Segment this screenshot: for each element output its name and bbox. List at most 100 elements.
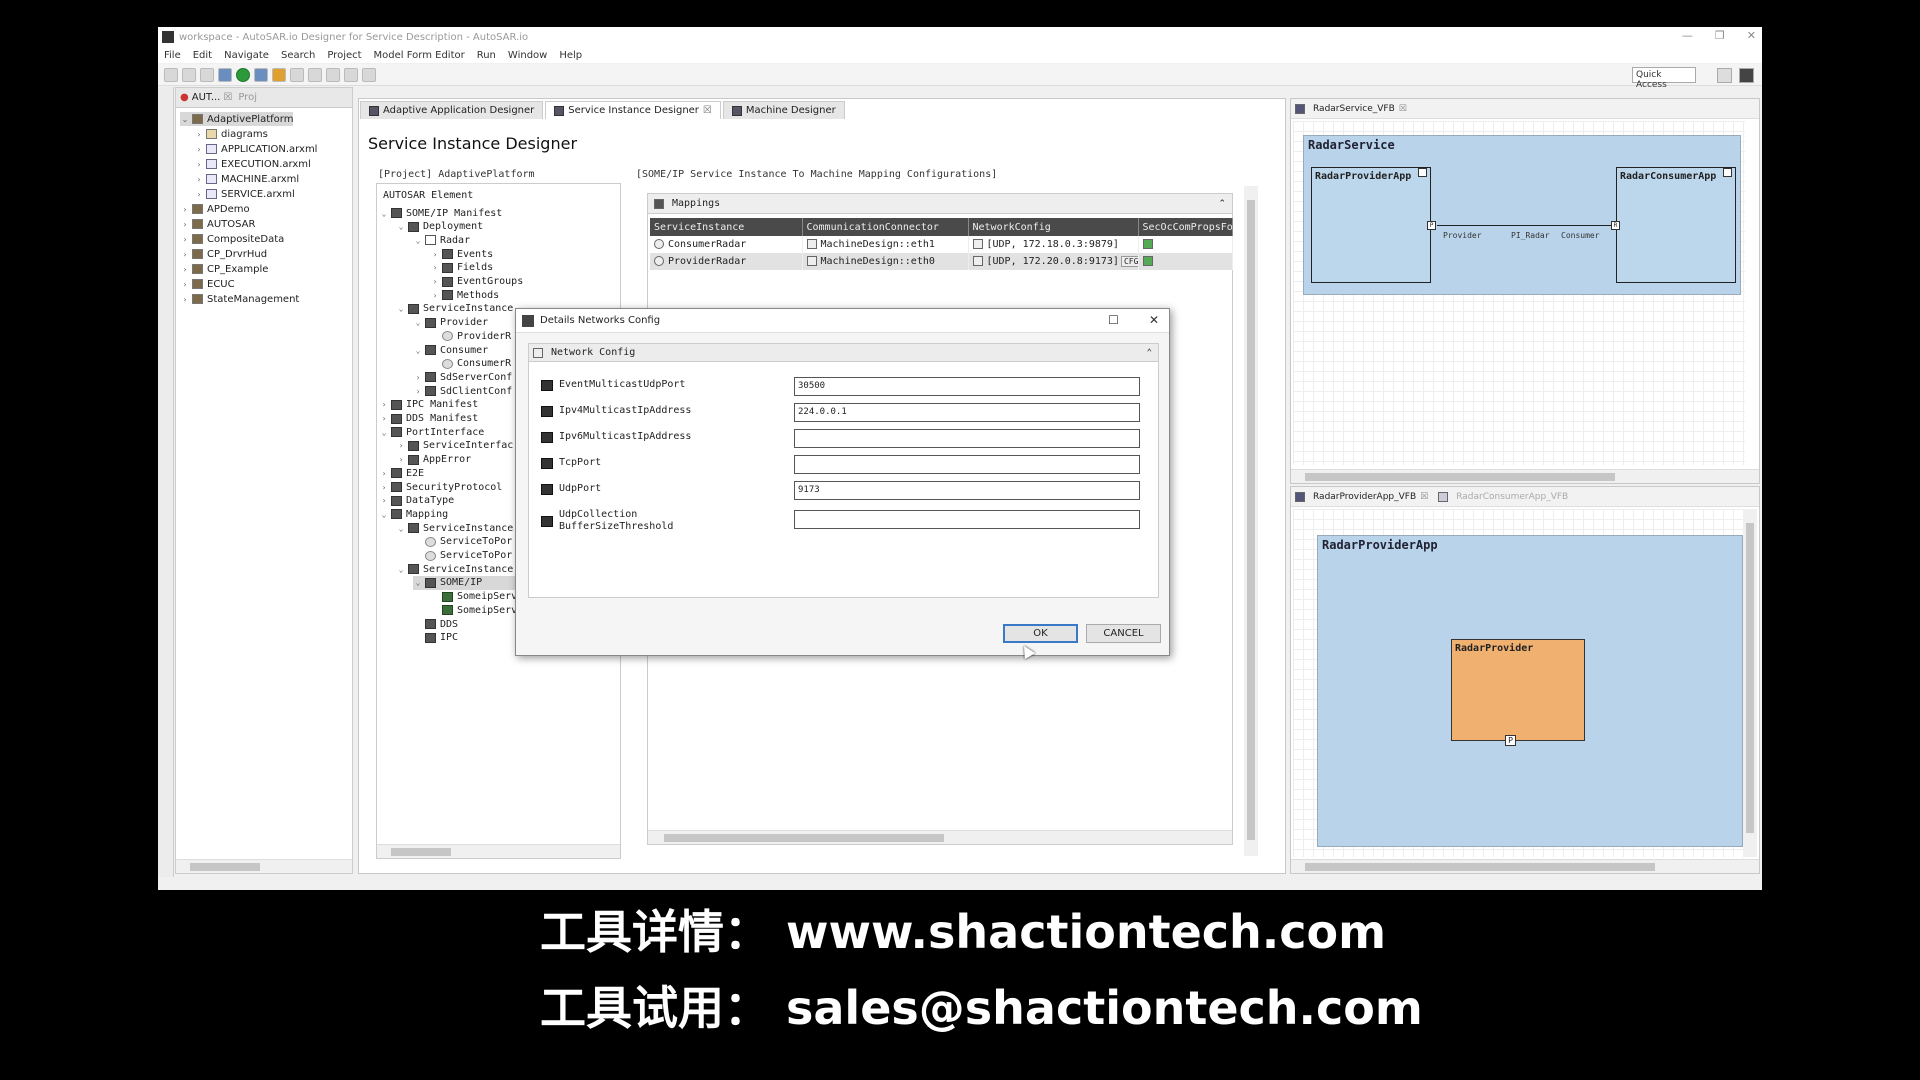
element-tree-item[interactable]: ⌄ Mapping: [379, 507, 449, 521]
expand-arrow-icon[interactable]: ›: [430, 277, 440, 286]
expand-arrow-icon[interactable]: ›: [379, 496, 389, 505]
expand-arrow-icon[interactable]: ⌄: [396, 304, 406, 313]
tab-project-explorer[interactable]: Proj: [238, 92, 257, 103]
column-header[interactable]: SecOcComPropsFo: [1138, 218, 1233, 236]
component-radar-provider[interactable]: RadarProvider: [1451, 639, 1585, 741]
vfb-hscroll[interactable]: [1291, 469, 1759, 483]
component-radar-consumer-app[interactable]: RadarConsumerApp: [1616, 167, 1736, 283]
element-tree-item[interactable]: › EventGroups: [430, 275, 524, 289]
expand-arrow-icon[interactable]: ›: [430, 291, 440, 300]
tab-machine-designer[interactable]: Machine Designer: [722, 101, 845, 119]
provider-top-port-icon[interactable]: [1418, 168, 1427, 177]
element-tree-item[interactable]: ⌄ ServiceInstance: [396, 302, 514, 316]
tab-radar-service-vfb[interactable]: RadarService_VFB ☒: [1295, 103, 1407, 114]
expand-arrow-icon[interactable]: ›: [413, 387, 423, 396]
expand-arrow-icon[interactable]: ›: [194, 145, 204, 154]
menu-item-file[interactable]: File: [164, 50, 181, 61]
menu-item-window[interactable]: Window: [508, 50, 547, 61]
table-row[interactable]: ConsumerRadar MachineDesign::eth1 [UDP, 17…: [650, 236, 1233, 253]
menu-item-search[interactable]: Search: [281, 50, 315, 61]
element-tree-item[interactable]: ⌄ ServiceInstance: [396, 521, 514, 535]
dialog-maximize-icon[interactable]: ☐: [1108, 313, 1119, 327]
element-tree-item[interactable]: › Events: [430, 247, 494, 261]
element-tree-item[interactable]: ⌄ SOME/IP Manifest: [379, 206, 503, 220]
element-tree-item[interactable]: › SecurityProtocol: [379, 480, 503, 494]
menu-item-run[interactable]: Run: [477, 50, 496, 61]
element-tree-item[interactable]: ⌄ Consumer: [413, 343, 489, 357]
expand-arrow-icon[interactable]: ⌄: [413, 236, 423, 245]
element-tree-item[interactable]: ⌄ Provider: [413, 316, 489, 330]
new-icon[interactable]: [164, 67, 178, 82]
expand-arrow-icon[interactable]: ⌄: [379, 510, 389, 519]
secoc-cell[interactable]: [1138, 236, 1233, 253]
explorer-item[interactable]: › ECUC: [180, 277, 234, 291]
editor-vscroll[interactable]: [1244, 186, 1258, 856]
explorer-item[interactable]: ⌄ AdaptivePlatform: [180, 112, 294, 126]
field-input[interactable]: 30500: [794, 377, 1140, 396]
perspective-icon[interactable]: [1717, 68, 1732, 83]
instance-cell[interactable]: ConsumerRadar: [650, 236, 803, 253]
minimize-icon[interactable]: —: [1682, 29, 1693, 42]
expand-arrow-icon[interactable]: ›: [180, 295, 190, 304]
explorer-hscroll[interactable]: [176, 859, 352, 873]
expand-arrow-icon[interactable]: ›: [180, 205, 190, 214]
menu-item-help[interactable]: Help: [559, 50, 582, 61]
expand-arrow-icon[interactable]: ›: [180, 280, 190, 289]
menu-item-edit[interactable]: Edit: [193, 50, 212, 61]
element-tree-item[interactable]: › Fields: [430, 261, 494, 275]
element-tree-item[interactable]: ServiceToPor: [413, 549, 512, 563]
expand-arrow-icon[interactable]: ›: [379, 400, 389, 409]
open-type-icon[interactable]: [290, 67, 304, 82]
secoc-cell[interactable]: [1138, 253, 1233, 270]
section-header[interactable]: Network Config ⌃: [529, 344, 1158, 362]
tab-radar-provider-app-vfb[interactable]: RadarProviderApp_VFB ☒: [1295, 491, 1428, 502]
element-tree-item[interactable]: ProviderR: [430, 329, 511, 343]
menu-item-model-form-editor[interactable]: Model Form Editor: [374, 50, 465, 61]
radar-provider-port-icon[interactable]: P: [1505, 735, 1516, 746]
expand-arrow-icon[interactable]: ›: [430, 250, 440, 259]
section-collapse-icon[interactable]: ⌃: [1147, 348, 1152, 358]
consumer-port-icon[interactable]: R: [1611, 221, 1620, 230]
field-input[interactable]: 224.0.0.1: [794, 403, 1140, 422]
component-radar-provider-app[interactable]: RadarProviderApp: [1311, 167, 1431, 283]
network-cell[interactable]: [UDP, 172.20.0.8:9173] CFG: [968, 253, 1139, 270]
edit-icon[interactable]: [272, 67, 286, 82]
expand-arrow-icon[interactable]: ⌄: [396, 222, 406, 231]
expand-arrow-icon[interactable]: ›: [194, 130, 204, 139]
expand-arrow-icon[interactable]: ⌄: [413, 318, 423, 327]
field-input[interactable]: [794, 510, 1140, 529]
instance-cell[interactable]: ProviderRadar: [650, 253, 803, 270]
explorer-item[interactable]: › MACHINE.arxml: [194, 172, 299, 186]
element-tree-item[interactable]: IPC: [413, 631, 458, 645]
element-tree-item[interactable]: DDS: [413, 617, 458, 631]
explorer-item[interactable]: › CP_Example: [180, 262, 268, 276]
vfb2-vscroll[interactable]: [1743, 509, 1757, 857]
element-tree-item[interactable]: › AppError: [396, 453, 472, 467]
explorer-item[interactable]: › CP_DrvrHud: [180, 247, 267, 261]
next-annotation-icon[interactable]: [326, 67, 340, 82]
field-input[interactable]: [794, 429, 1140, 448]
element-tree-item[interactable]: › DataType: [379, 494, 455, 508]
expand-arrow-icon[interactable]: ⌄: [396, 565, 406, 574]
connector-cell[interactable]: MachineDesign::eth1: [802, 236, 969, 253]
element-tree-item[interactable]: › Methods: [430, 288, 500, 302]
expand-arrow-icon[interactable]: ›: [396, 455, 406, 464]
explorer-item[interactable]: › CompositeData: [180, 232, 284, 246]
expand-arrow-icon[interactable]: ›: [379, 483, 389, 492]
table-row[interactable]: ProviderRadar MachineDesign::eth0 [UDP, 17…: [650, 253, 1233, 270]
tab-autosar-explorer[interactable]: ● AUT... ☒: [180, 92, 232, 103]
element-tree-item[interactable]: ⌄ Radar: [413, 233, 471, 247]
element-tree-item[interactable]: ⌄ ServiceInstance: [396, 562, 514, 576]
explorer-item[interactable]: › APDemo: [180, 202, 249, 216]
vfb2-hscroll[interactable]: [1291, 859, 1759, 873]
explorer-item[interactable]: › diagrams: [194, 127, 267, 141]
explorer-item[interactable]: › AUTOSAR: [180, 217, 255, 231]
menu-item-project[interactable]: Project: [327, 50, 361, 61]
element-tree-item[interactable]: › SdServerConf: [413, 370, 513, 384]
expand-arrow-icon[interactable]: ⌄: [396, 524, 406, 533]
dialog-close-icon[interactable]: ✕: [1149, 313, 1159, 327]
connector-line[interactable]: [1437, 225, 1611, 226]
cfg-button[interactable]: CFG: [1120, 256, 1137, 267]
expand-arrow-icon[interactable]: ⌄: [379, 209, 389, 218]
element-tree-item[interactable]: › DDS Manifest: [379, 412, 479, 426]
